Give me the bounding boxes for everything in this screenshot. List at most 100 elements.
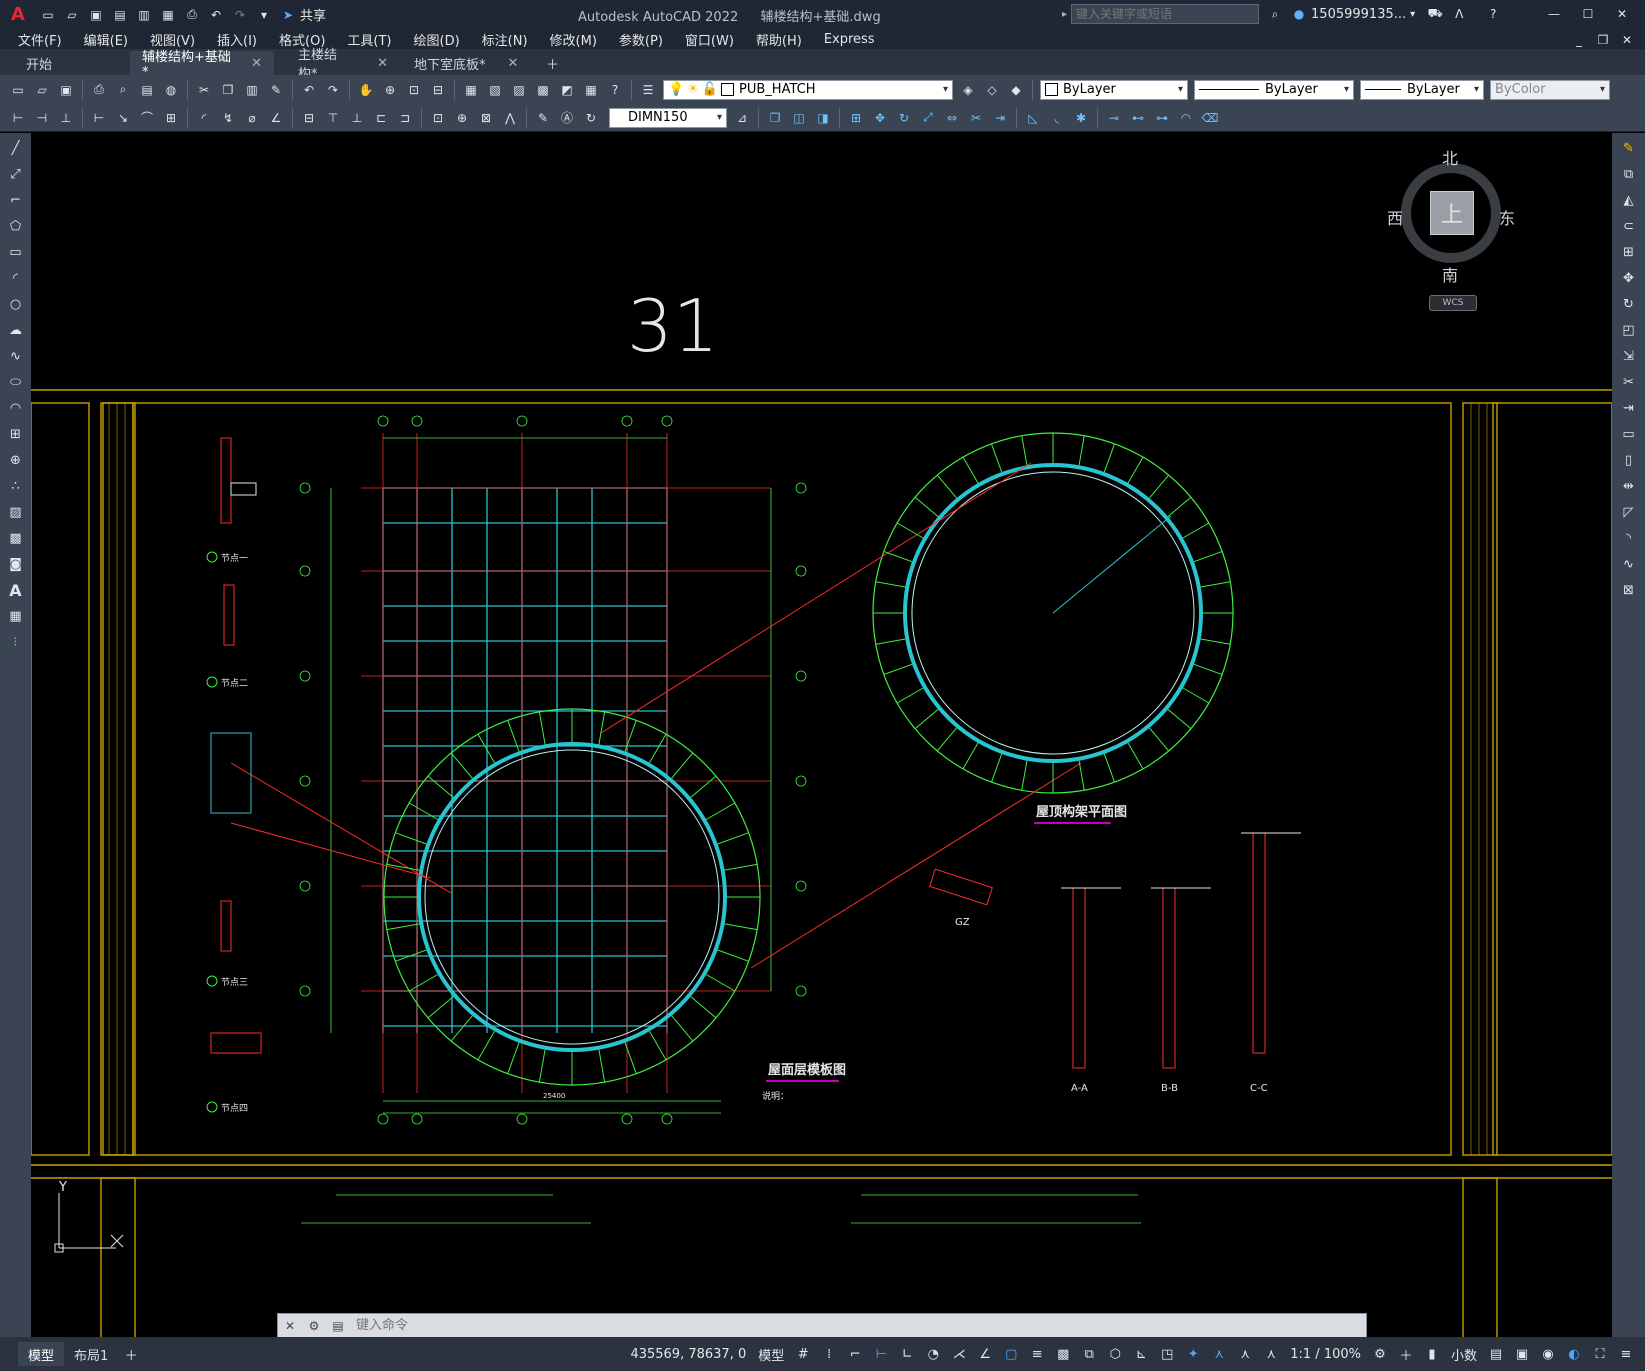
modify-erase-icon[interactable]: ⌫: [1200, 108, 1220, 128]
layer-states-icon[interactable]: ◆: [1006, 80, 1026, 100]
modify-rotate-icon[interactable]: ↻: [894, 108, 914, 128]
minimize-icon[interactable]: —: [1539, 4, 1569, 24]
quick-properties-icon[interactable]: ▤: [1485, 1343, 1507, 1365]
annotation-scale-icon[interactable]: ⋏: [1260, 1343, 1282, 1365]
doc-close-icon[interactable]: ✕: [1617, 30, 1637, 50]
selection-filter-icon[interactable]: ◳: [1156, 1343, 1178, 1365]
dim-update-icon[interactable]: ↻: [581, 108, 601, 128]
redo-icon[interactable]: ↷: [230, 5, 250, 25]
viewcube-west[interactable]: 西: [1387, 205, 1403, 229]
gizmo-icon[interactable]: ✦: [1182, 1343, 1204, 1365]
add-selected-icon[interactable]: ⁝: [5, 631, 27, 653]
viewcube-east[interactable]: 东: [1499, 205, 1515, 229]
quick-dimension-icon[interactable]: ⊟: [299, 108, 319, 128]
spline-icon[interactable]: ∿: [5, 345, 27, 367]
dim-edit-icon[interactable]: ✎: [533, 108, 553, 128]
publish-icon[interactable]: ▤: [137, 80, 157, 100]
user-name[interactable]: 1505999135...: [1311, 7, 1406, 22]
dim-style-icon[interactable]: ⊿: [732, 108, 752, 128]
clean-screen-icon[interactable]: ⛶: [1589, 1343, 1611, 1365]
dim-text-edit-icon[interactable]: Ⓐ: [557, 108, 577, 128]
erase-icon[interactable]: ✎: [1618, 137, 1640, 159]
pan-icon[interactable]: ✋: [356, 80, 376, 100]
polygon-icon[interactable]: ⬠: [5, 215, 27, 237]
redo-tb-icon[interactable]: ↷: [323, 80, 343, 100]
tolerance-icon[interactable]: ⊡: [428, 108, 448, 128]
insert-block-icon[interactable]: ⊞: [5, 423, 27, 445]
polyline-icon[interactable]: ⌐: [5, 189, 27, 211]
modify-mirror-icon[interactable]: ◫: [789, 108, 809, 128]
autocad-logo-icon[interactable]: A: [0, 0, 36, 29]
plot-preview-icon[interactable]: ⌕: [113, 80, 133, 100]
help-tb-icon[interactable]: ?: [605, 80, 625, 100]
fillet-icon[interactable]: ◝: [1618, 527, 1640, 549]
menu-dimension[interactable]: 标注(N): [482, 30, 528, 49]
share-icon[interactable]: ➤: [278, 5, 298, 25]
viewcube-face[interactable]: 上: [1430, 191, 1474, 235]
menu-file[interactable]: 文件(F): [18, 30, 62, 49]
ellipse-icon[interactable]: ⬭: [5, 371, 27, 393]
join-icon[interactable]: ⇹: [1618, 475, 1640, 497]
tab-dixiashi-diban[interactable]: 地下室底板* ✕: [402, 51, 536, 75]
region-icon[interactable]: ◙: [5, 553, 27, 575]
maximize-icon[interactable]: ☐: [1573, 4, 1603, 24]
modify-copy-icon[interactable]: ❐: [765, 108, 785, 128]
design-center-icon[interactable]: ▧: [485, 80, 505, 100]
command-close-icon[interactable]: ✕: [280, 1316, 300, 1336]
tab-zhulou-jiegou[interactable]: 主楼结构* ✕: [276, 48, 400, 82]
dim-linear-icon[interactable]: ⊢: [89, 108, 109, 128]
menu-help[interactable]: 帮助(H): [756, 30, 802, 49]
explode-icon[interactable]: ⊠: [1618, 579, 1640, 601]
layer-previous-icon[interactable]: ◇: [982, 80, 1002, 100]
dim-radius-icon[interactable]: ◜: [194, 108, 214, 128]
dim-diameter-icon[interactable]: ⌀: [242, 108, 262, 128]
menu-parametric[interactable]: 参数(P): [619, 30, 663, 49]
help-icon[interactable]: ?: [1483, 4, 1503, 24]
menu-express[interactable]: Express: [824, 32, 875, 47]
dim-jogged-icon[interactable]: ↯: [218, 108, 238, 128]
layout-tab-layout1[interactable]: 布局1: [64, 1342, 118, 1366]
offset-icon[interactable]: ⊂: [1618, 215, 1640, 237]
trim-icon[interactable]: ✂: [1618, 371, 1640, 393]
viewcube[interactable]: 上 北 南 西 东 WCS: [1387, 145, 1517, 311]
markup-icon[interactable]: ◩: [557, 80, 577, 100]
copy-icon[interactable]: ❐: [218, 80, 238, 100]
selection-cycling-icon[interactable]: ⧉: [1078, 1343, 1100, 1365]
object-snap-icon[interactable]: ▢: [1000, 1343, 1022, 1365]
dim-ordinate-icon[interactable]: ⊞: [161, 108, 181, 128]
menu-modify[interactable]: 修改(M): [550, 30, 597, 49]
units-icon[interactable]: ▮: [1421, 1343, 1443, 1365]
cart-icon[interactable]: ⛟: [1425, 4, 1445, 24]
quickcalc-icon[interactable]: ▦: [581, 80, 601, 100]
modify-move-icon[interactable]: ✥: [870, 108, 890, 128]
share-label[interactable]: 共享: [300, 5, 326, 24]
close-icon[interactable]: ✕: [1607, 4, 1637, 24]
break-icon[interactable]: ▯: [1618, 449, 1640, 471]
dim-break-icon[interactable]: ⊐: [395, 108, 415, 128]
viewcube-south[interactable]: 南: [1442, 262, 1458, 286]
qnew-icon[interactable]: ▭: [8, 80, 28, 100]
command-customize-icon[interactable]: ⚙: [304, 1316, 324, 1336]
lineweight-dropdown[interactable]: ByLayer ▾: [1360, 79, 1484, 100]
array-icon[interactable]: ⊞: [1618, 241, 1640, 263]
layer-dropdown[interactable]: 💡 ☀ 🔓 PUB_HATCH ▾: [663, 79, 953, 100]
annotation-monitor-icon[interactable]: ＋: [1395, 1343, 1417, 1365]
sheet-set-icon[interactable]: ▩: [533, 80, 553, 100]
infer-constraints-icon[interactable]: ⌐: [844, 1343, 866, 1365]
coordinates-readout[interactable]: 435569, 78637, 0: [630, 1347, 746, 1362]
menu-edit[interactable]: 编辑(E): [84, 30, 128, 49]
save-tb-icon[interactable]: ▣: [56, 80, 76, 100]
open-file-icon[interactable]: ▱: [62, 5, 82, 25]
center-mark-icon[interactable]: ⊕: [452, 108, 472, 128]
make-current-layer-icon[interactable]: ◈: [958, 80, 978, 100]
annotation-visibility-icon[interactable]: ⋏: [1208, 1343, 1230, 1365]
gradient-icon[interactable]: ▩: [5, 527, 27, 549]
scale-icon[interactable]: ◰: [1618, 319, 1640, 341]
workspace-gear-icon[interactable]: ⚙: [1369, 1343, 1391, 1365]
transparency-icon[interactable]: ▩: [1052, 1343, 1074, 1365]
doc-restore-icon[interactable]: ❐: [1593, 30, 1613, 50]
3d-osnap-icon[interactable]: ⬡: [1104, 1343, 1126, 1365]
modify-join-icon[interactable]: ⊷: [1128, 108, 1148, 128]
quick-dim-icon[interactable]: ⊢: [8, 108, 28, 128]
linear-dim-icon[interactable]: ⊣: [32, 108, 52, 128]
